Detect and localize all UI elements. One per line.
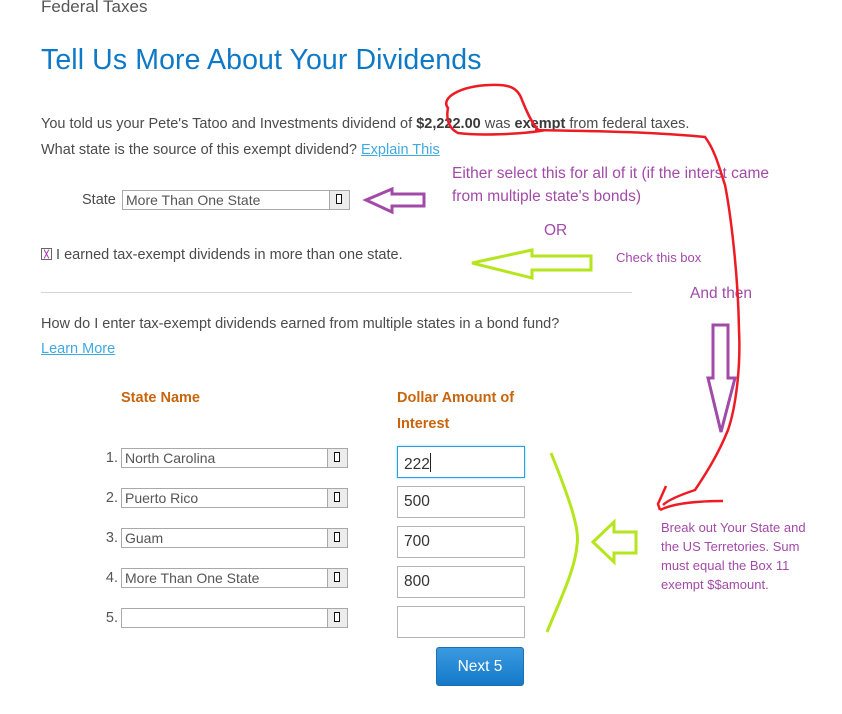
dropdown-icon [334,492,340,502]
purple-down-arrow [706,323,737,433]
text-caret [429,453,431,472]
column-header-line-2: Interest [397,416,450,432]
state-select[interactable]: More Than One State [122,190,350,210]
dropdown-button[interactable] [327,569,347,587]
state-select-value: More Than One State [126,192,261,208]
exempt-word: exempt [514,116,566,132]
state-name-select[interactable]: Puerto Rico [121,488,348,508]
page-title: Tell Us More About Your Dividends [41,44,482,76]
green-bracket [545,452,580,633]
dropdown-button[interactable] [327,529,347,547]
row-number: 5. [105,610,118,626]
help-question: How do I enter tax-exempt dividends earn… [41,316,560,332]
state-name-select[interactable]: North Carolina [121,448,348,468]
state-name-select[interactable]: Guam [121,528,348,548]
annotation-and-then: And then [690,285,753,302]
amount-input[interactable]: 222 [397,446,525,478]
learn-more-link[interactable]: Learn More [41,341,115,357]
row-number: 3. [105,530,118,546]
dropdown-button[interactable] [329,191,349,209]
annotation-either: Either select this for all of it (if the… [452,162,769,208]
annotation-break-out-line: Break out Your State and [661,520,806,535]
intro-suffix: from federal taxes. [565,116,690,132]
intro-mid: was [480,116,515,132]
dropdown-icon [336,194,342,204]
amount-input[interactable]: 700 [397,526,525,558]
multi-state-checkbox-row[interactable]: I earned tax-exempt dividends in more th… [41,247,403,263]
intro-line-1: You told us your Pete's Tatoo and Invest… [41,116,689,132]
intro-prefix: You told us your Pete's Tatoo and Invest… [41,116,417,132]
dropdown-icon [334,612,340,622]
purple-left-arrow [362,186,426,215]
amount-value: 500 [404,493,430,510]
state-name-value: Guam [125,530,164,546]
amount-value: 222 [404,456,430,473]
dropdown-button[interactable] [327,449,347,467]
dropdown-icon [334,532,340,542]
annotation-or: OR [544,222,568,239]
divider [41,292,632,293]
state-question: What state is the source of this exempt … [41,142,361,158]
amount-input[interactable]: 800 [397,566,525,598]
red-arrowhead [656,485,724,512]
dropdown-button[interactable] [327,609,347,627]
next-5-button[interactable]: Next 5 [436,647,524,686]
amount-input[interactable]: 500 [397,486,525,518]
annotation-either-line-2: from multiple state's bonds) [452,188,642,205]
column-header-line-1: Dollar Amount of [397,390,515,406]
annotation-break-out-line: the US Terretories. Sum [661,539,800,554]
dropdown-button[interactable] [327,489,347,507]
annotation-break-out-line: must equal the Box 11 [661,558,790,573]
amount-input[interactable] [397,606,525,638]
multi-state-checkbox[interactable] [41,248,52,260]
amount-value: 700 [404,533,430,550]
state-name-value: More Than One State [125,570,260,586]
state-name-value: North Carolina [125,450,216,466]
annotation-either-line-1: Either select this for all of it (if the… [452,165,770,182]
row-number: 4. [105,570,118,586]
amount-value: 800 [404,573,430,590]
dropdown-icon [334,452,340,462]
state-name-value: Puerto Rico [125,490,199,506]
explain-this-link[interactable]: Explain This [361,142,440,158]
state-label: State [82,192,116,208]
state-name-select[interactable]: More Than One State [121,568,348,588]
state-name-select[interactable] [121,608,348,628]
section-title: Federal Taxes [41,0,148,16]
column-header-state-name: State Name [121,390,200,406]
intro-line-2: What state is the source of this exempt … [41,142,440,158]
column-header-dollar-amount: Dollar Amount of Interest [397,385,514,437]
green-left-arrow-2 [590,518,638,566]
dividend-amount: $2,222.00 [416,116,481,132]
row-number: 2. [105,490,118,506]
annotation-break-out: Break out Your State and the US Terretor… [661,518,806,594]
multi-state-checkbox-label: I earned tax-exempt dividends in more th… [56,247,403,263]
row-number: 1. [105,450,118,466]
annotation-check-this-box: Check this box [616,250,702,265]
dropdown-icon [334,572,340,582]
green-left-arrow [471,248,593,280]
annotation-break-out-line: exempt $$amount. [661,577,769,592]
